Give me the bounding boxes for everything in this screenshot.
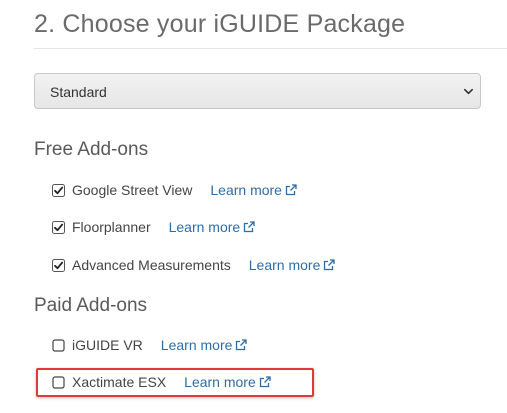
addon-label-floorplanner: Floorplanner <box>72 219 151 235</box>
learn-more-link-floorplanner[interactable]: Learn more <box>169 219 256 235</box>
addon-row-floorplanner: Floorplanner Learn more <box>52 217 255 237</box>
learn-more-text: Learn more <box>248 257 321 273</box>
external-link-icon <box>324 259 336 271</box>
paid-addons-heading: Paid Add-ons <box>34 295 148 316</box>
checkbox-iguide-vr[interactable] <box>52 338 65 352</box>
addon-row-google-street-view: Google Street View Learn more <box>52 180 297 200</box>
xactimate-highlight-box <box>36 368 314 397</box>
chevron-down-icon <box>464 88 473 95</box>
free-addons-heading: Free Add-ons <box>34 139 149 160</box>
learn-more-text: Learn more <box>160 337 233 353</box>
external-link-icon <box>285 184 297 196</box>
learn-more-link-iguide-vr[interactable]: Learn more <box>161 337 248 353</box>
learn-more-text: Learn more <box>168 219 241 235</box>
addon-row-advanced-measurements: Advanced Measurements Learn more <box>52 255 336 275</box>
learn-more-link-google-street-view[interactable]: Learn more <box>210 182 297 198</box>
addon-row-iguide-vr: iGUIDE VR Learn more <box>52 335 248 355</box>
package-form: 2. Choose your iGUIDE Package Standard F… <box>0 0 507 413</box>
external-link-icon <box>244 221 255 233</box>
package-select[interactable]: Standard <box>34 73 481 109</box>
page-title: 2. Choose your iGUIDE Package <box>34 10 406 38</box>
external-link-icon <box>236 339 248 351</box>
addon-label-google-street-view: Google Street View <box>72 182 193 198</box>
title-divider <box>34 48 507 49</box>
addon-label-advanced-measurements: Advanced Measurements <box>72 257 231 273</box>
package-select-value: Standard <box>50 84 107 100</box>
checkbox-advanced-measurements[interactable] <box>52 258 65 272</box>
addon-label-iguide-vr: iGUIDE VR <box>72 337 143 353</box>
learn-more-link-advanced-measurements[interactable]: Learn more <box>249 257 336 273</box>
learn-more-text: Learn more <box>210 182 282 198</box>
checkbox-floorplanner[interactable] <box>52 220 65 234</box>
checkbox-google-street-view[interactable] <box>52 183 65 197</box>
